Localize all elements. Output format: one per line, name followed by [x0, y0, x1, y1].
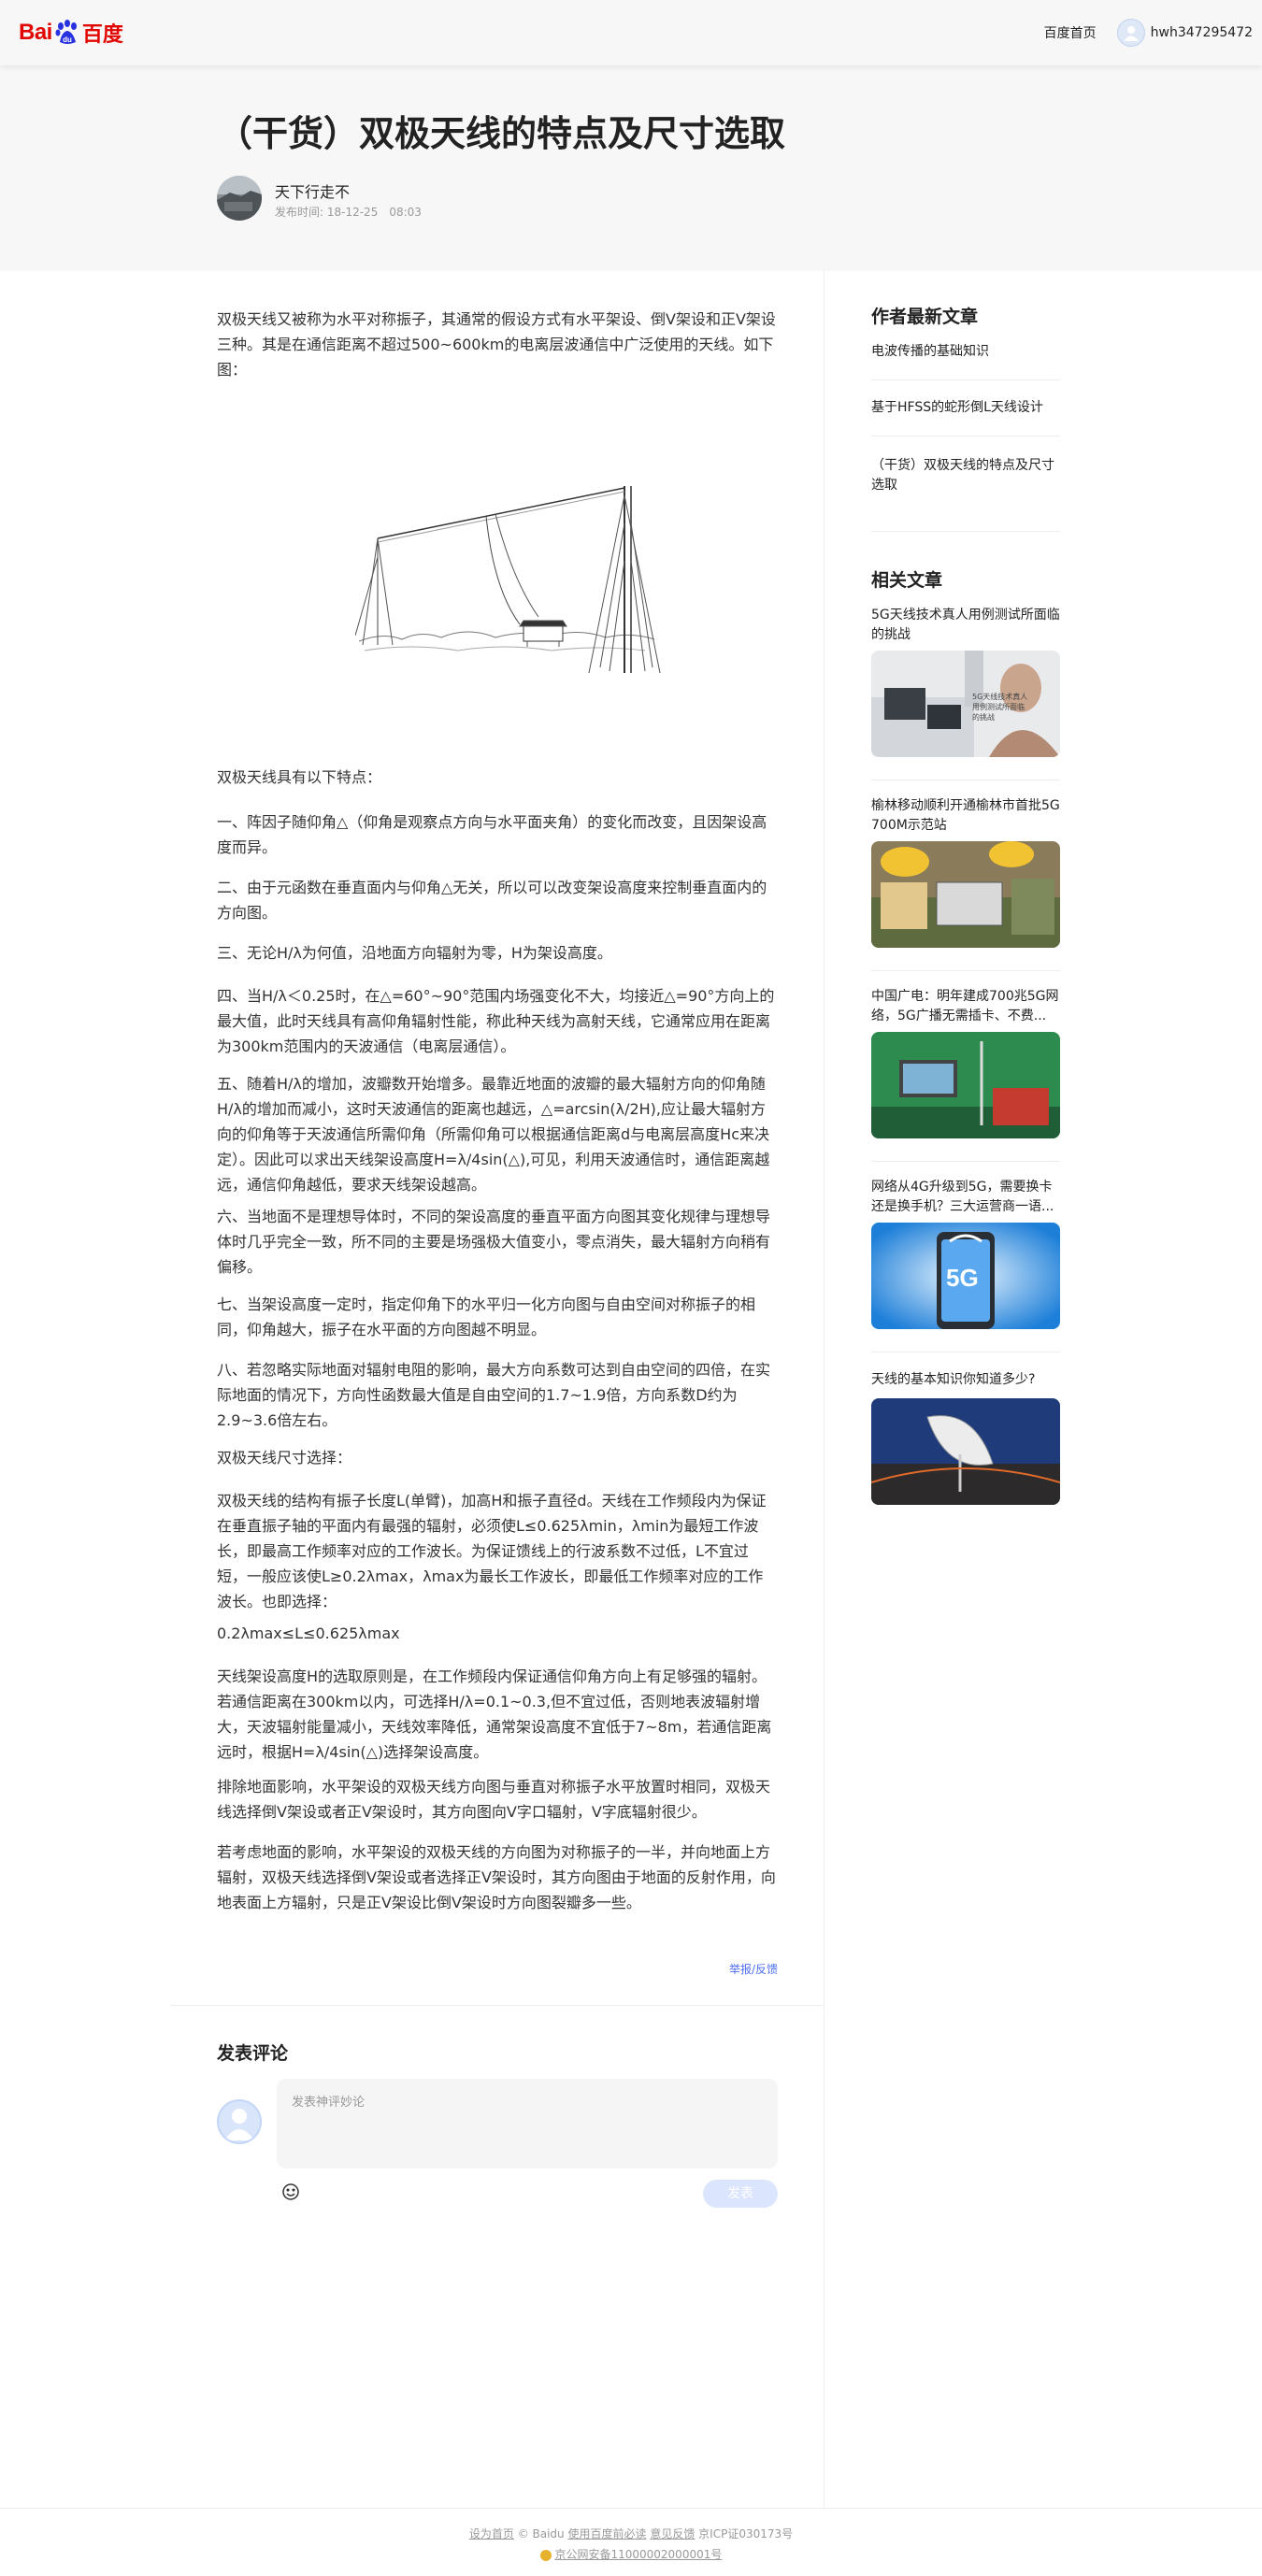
related-article-link[interactable]: 5G天线技术真人用例测试所面临的挑战	[871, 606, 1060, 645]
author-name[interactable]: 天下行走不	[275, 179, 350, 202]
related-article-thumbnail[interactable]	[871, 841, 1060, 948]
article-paragraph: 双极天线具有以下特点：	[217, 768, 382, 786]
public-security-link[interactable]: 京公网安备11000002000001号	[554, 2548, 722, 2561]
article-paragraph: 四、当H/λ＜0.25时，在△=60°~90°范围内场强变化不大，均接近△=90…	[217, 987, 775, 1055]
report-feedback-link[interactable]: 举报/反馈	[729, 1961, 778, 1977]
related-article-thumbnail[interactable]: 5G	[871, 1223, 1060, 1329]
related-articles-title: 相关文章	[871, 570, 943, 591]
article-paragraph: 一、阵因子随仰角△（仰角是观察点方向与水平面夹角）的变化而改变，且因架设高度而异…	[217, 813, 767, 856]
latest-articles-title: 作者最新文章	[871, 307, 979, 327]
baidu-logo[interactable]: Bai du 百度	[19, 17, 123, 49]
set-homepage-link[interactable]: 设为首页	[469, 2527, 514, 2540]
latest-article-link[interactable]: （干货）双极天线的特点及尺寸选取	[871, 456, 1060, 495]
latest-article-link[interactable]: 基于HFSS的蛇形倒L天线设计	[871, 398, 1060, 418]
article-title: （干货）双极天线的特点及尺寸选取	[217, 113, 786, 154]
baidu-home-link[interactable]: 百度首页	[1044, 23, 1097, 42]
related-article-link[interactable]: 中国广电：明年建成700兆5G网络，5G广播无需插卡、不费...	[871, 987, 1060, 1026]
related-article-thumbnail[interactable]: 5G天线技术真人用例测试所面临的挑战	[871, 651, 1060, 757]
related-article-link[interactable]: 榆林移动顺利开通榆林市首批5G 700M示范站	[871, 796, 1060, 836]
dipole-antenna-figure	[354, 467, 664, 692]
article-header	[0, 65, 1262, 271]
footer-links: 设为首页 © Baidu 使用百度前必读 意见反馈 京ICP证030173号	[0, 2526, 1262, 2541]
thumbnail-caption: 5G	[946, 1264, 979, 1292]
username-link[interactable]: hwh347295472	[1151, 25, 1253, 40]
top-nav: Bai du 百度 百度首页 hwh347295472	[0, 0, 1262, 65]
article-paragraph: 排除地面影响，水平架设的双极天线方向图与垂直对称振子水平放置时相同，双极天线选择…	[217, 1778, 771, 1821]
publish-time: 发布时间: 18-12-25 08:03	[275, 206, 422, 219]
sidebar-divider	[871, 1161, 1060, 1162]
related-article-thumbnail[interactable]	[871, 1398, 1060, 1505]
article-paragraph: 八、若忽略实际地面对辐射电阻的影响，最大方向系数可达到自由空间的四倍，在实际地面…	[217, 1361, 771, 1429]
paw-icon: du	[53, 19, 81, 47]
commenter-avatar-icon	[217, 2099, 262, 2144]
comment-input[interactable]: 发表神评妙论	[277, 2079, 778, 2168]
icp-text: 京ICP证030173号	[698, 2527, 794, 2540]
sidebar-divider	[871, 531, 1060, 532]
police-badge-icon	[539, 2549, 552, 2561]
svg-text:du: du	[63, 36, 72, 44]
footer-divider	[0, 2508, 1262, 2509]
user-avatar-icon[interactable]	[1116, 19, 1145, 47]
logo-text-du: 百度	[81, 23, 123, 47]
article-paragraph: 七、当架设高度一定时，指定仰角下的水平归一化方向图与自由空间对称振子的相同，仰角…	[217, 1295, 756, 1338]
column-divider	[824, 271, 825, 2508]
copyright-text: © Baidu	[517, 2527, 565, 2540]
article-paragraph: 双极天线尺寸选择：	[217, 1449, 352, 1467]
baidu-terms-link[interactable]: 使用百度前必读	[567, 2527, 646, 2540]
related-article-link[interactable]: 天线的基本知识你知道多少?	[871, 1370, 1060, 1390]
related-article-link[interactable]: 网络从4G升级到5G，需要换卡还是换手机？三大运营商一语...	[871, 1178, 1060, 1217]
comment-section-title: 发表评论	[217, 2043, 289, 2064]
article-paragraph: 若考虑地面的影响，水平架设的双极天线的方向图为对称振子的一半，并向地面上方辐射，…	[217, 1843, 776, 1911]
logo-text-bai: Bai	[19, 20, 52, 45]
submit-comment-button[interactable]: 发表	[703, 2180, 778, 2208]
article-paragraph: 三、无论H/λ为何值，沿地面方向辐射为零，H为架设高度。	[217, 944, 612, 962]
thumbnail-caption: 5G天线技术真人用例测试所面临的挑战	[972, 693, 1028, 722]
related-article-thumbnail[interactable]	[871, 1032, 1060, 1138]
article-paragraph: 六、当地面不是理想导体时，不同的架设高度的垂直平面方向图其变化规律与理想导体时几…	[217, 1208, 771, 1276]
footer-security: 京公网安备11000002000001号	[0, 2546, 1262, 2562]
sidebar-divider	[871, 970, 1060, 971]
article-paragraph: 天线架设高度H的选取原则是，在工作频段内保证通信仰角方向上有足够强的辐射。若通信…	[217, 1667, 772, 1761]
emoji-icon[interactable]	[280, 2182, 301, 2202]
article-paragraph: 双极天线的结构有振子长度L(单臂)，加高H和振子直径d。天线在工作频段内为保证在…	[217, 1492, 767, 1610]
author-avatar[interactable]	[217, 176, 262, 221]
article-paragraph: 0.2λmax≤L≤0.625λmax	[217, 1624, 400, 1642]
article-divider	[170, 2005, 825, 2006]
article-paragraph: 五、随着H/λ的增加，波瓣数开始增多。最靠近地面的波瓣的最大辐射方向的仰角随H/…	[217, 1075, 770, 1194]
article-paragraph: 双极天线又被称为水平对称振子，其通常的假设方式有水平架设、倒V架设和正V架设三种…	[217, 310, 776, 379]
feedback-link[interactable]: 意见反馈	[650, 2527, 695, 2540]
latest-article-link[interactable]: 电波传播的基础知识	[871, 342, 1060, 362]
sidebar-divider	[871, 379, 1060, 380]
article-paragraph: 二、由于元函数在垂直面内与仰角△无关，所以可以改变架设高度来控制垂直面内的方向图…	[217, 879, 767, 922]
